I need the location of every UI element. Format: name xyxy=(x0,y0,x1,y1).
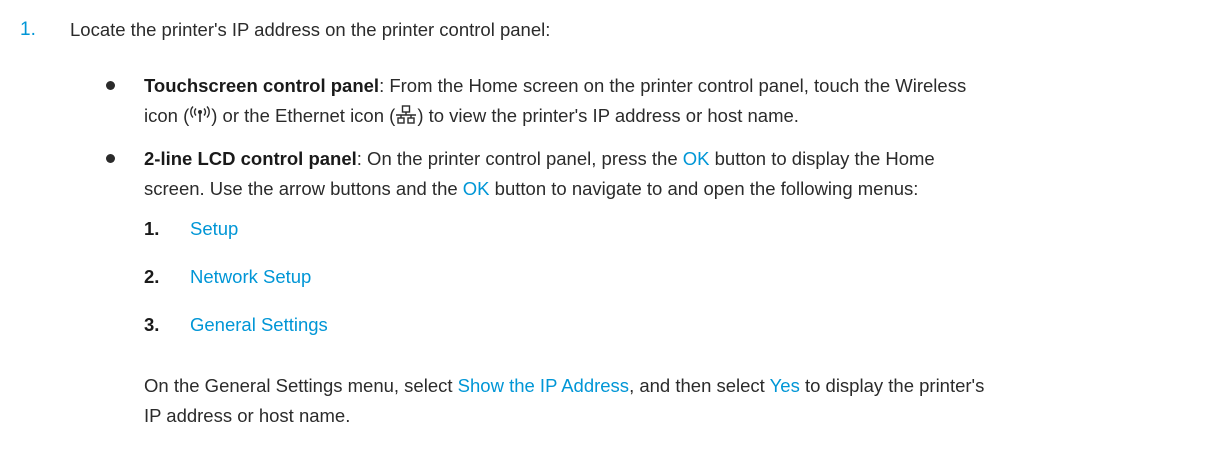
touchscreen-text-b2: ) or the Ethernet icon ( xyxy=(211,105,396,126)
lcd-text-a1: : On the printer control panel, press th… xyxy=(356,148,683,169)
final-line-2: IP address or host name. xyxy=(144,401,984,431)
show-ip-address-option: Show the IP Address xyxy=(457,375,630,396)
final-text-a2: , and then select xyxy=(629,375,770,396)
bullet-touchscreen xyxy=(106,81,115,90)
lcd-text-b1: screen. Use the arrow buttons and the xyxy=(144,178,463,199)
final-text-b: IP address or host name. xyxy=(144,405,351,426)
final-line-1: On the General Settings menu, select Sho… xyxy=(144,371,984,401)
lcd-paragraph: 2-line LCD control panel: On the printer… xyxy=(144,144,935,204)
touchscreen-line-2: icon ( ) or the Ethernet icon ( ) to view … xyxy=(144,101,966,134)
step-number: 1. xyxy=(20,19,36,40)
touchscreen-line-1: Touchscreen control panel: From the Home… xyxy=(144,71,966,101)
lcd-label: 2-line LCD control panel xyxy=(144,148,357,169)
menu-step-number: 3. xyxy=(144,314,160,335)
touchscreen-paragraph: Touchscreen control panel: From the Home… xyxy=(144,71,966,134)
lcd-line-2: screen. Use the arrow buttons and the OK… xyxy=(144,174,935,204)
touchscreen-text-a: : From the Home screen on the printer co… xyxy=(379,75,967,96)
menu-step-number: 2. xyxy=(144,266,160,287)
ok-button-ref-2: OK xyxy=(462,178,490,199)
ethernet-icon xyxy=(395,104,417,134)
final-text-a3: to display the printer's xyxy=(799,375,985,396)
touchscreen-text-b1: icon ( xyxy=(144,105,190,126)
lcd-line-1: 2-line LCD control panel: On the printer… xyxy=(144,144,935,174)
touchscreen-text-b3: ) to view the printer's IP address or ho… xyxy=(417,105,799,126)
menu-step-number: 1. xyxy=(144,218,160,239)
ok-button-ref: OK xyxy=(682,148,710,169)
menu-general-settings: General Settings xyxy=(190,314,328,335)
menu-setup: Setup xyxy=(190,218,239,239)
step-text: Locate the printer's IP address on the p… xyxy=(70,19,551,40)
final-paragraph: On the General Settings menu, select Sho… xyxy=(144,371,984,431)
yes-option: Yes xyxy=(769,375,800,396)
lcd-text-b2: button to navigate to and open the follo… xyxy=(489,178,919,199)
bullet-lcd xyxy=(106,154,115,163)
wireless-icon xyxy=(189,104,211,134)
lcd-text-a2: button to display the Home xyxy=(709,148,935,169)
final-text-a1: On the General Settings menu, select xyxy=(144,375,458,396)
touchscreen-label: Touchscreen control panel xyxy=(144,75,380,96)
menu-network-setup: Network Setup xyxy=(190,266,312,287)
